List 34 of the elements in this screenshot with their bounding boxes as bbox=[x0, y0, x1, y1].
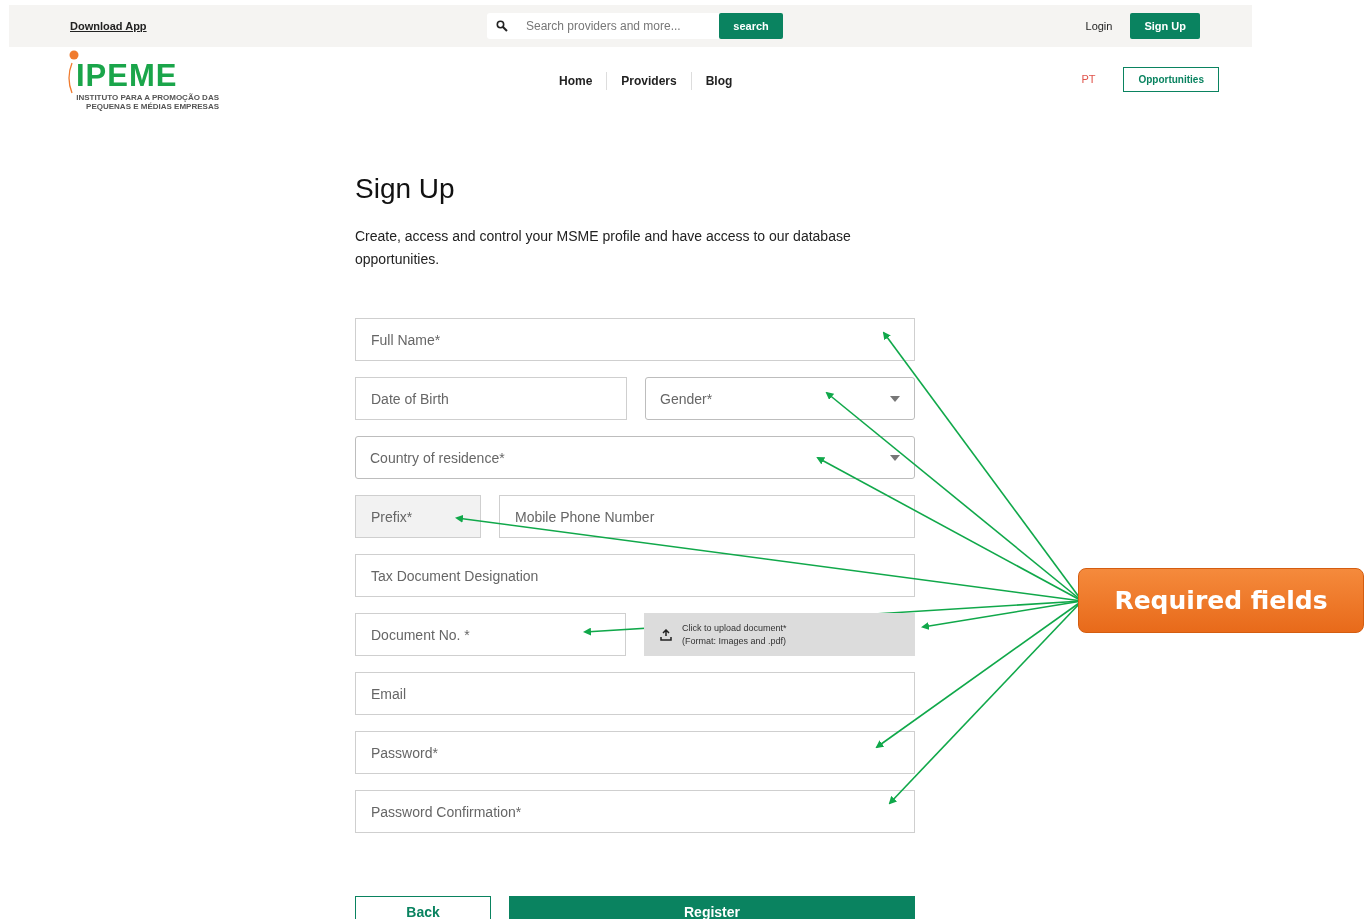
input-field[interactable]: Date of Birth bbox=[355, 377, 627, 420]
caret-icon bbox=[890, 454, 900, 461]
required-fields-callout: Required fields bbox=[1078, 568, 1364, 633]
input-field[interactable]: Full Name* bbox=[355, 318, 915, 361]
caret-icon bbox=[890, 395, 900, 402]
logo-subtitle: PEQUENAS E MÉDIAS EMPRESAS bbox=[85, 102, 219, 111]
dropdown-field[interactable]: Country of residence* bbox=[355, 436, 915, 479]
input-field[interactable]: Email bbox=[355, 672, 915, 715]
dropdown-field[interactable]: Gender* bbox=[645, 377, 915, 420]
input-field[interactable]: Document No. * bbox=[355, 613, 626, 656]
nav-link[interactable]: Blog bbox=[690, 72, 747, 90]
register-button[interactable]: Register bbox=[509, 896, 915, 919]
nav-link[interactable]: Providers bbox=[606, 72, 691, 90]
upload-hint: Click to upload document* (Format: Images and .pdf) bbox=[682, 621, 787, 648]
logo-subtitle: INSTITUTO PARA A PROMOÇÃO DAS bbox=[75, 93, 219, 102]
search-field[interactable]: Search providers and more... search bbox=[487, 13, 783, 39]
upload-field[interactable]: Click to upload document* (Format: Images and .pdf) bbox=[644, 613, 915, 656]
page-title: Sign Up bbox=[355, 173, 456, 205]
sign-up-button[interactable]: Sign Up bbox=[1130, 13, 1200, 39]
search-button[interactable]: search bbox=[719, 13, 783, 39]
upload-icon bbox=[660, 628, 672, 641]
login-link[interactable]: Login bbox=[1085, 20, 1113, 32]
page-description: Create, access and control your MSME profile and have access to our database opportunities. bbox=[355, 227, 852, 269]
nav-link[interactable]: Home bbox=[545, 72, 607, 90]
download-app-link[interactable]: Download App bbox=[70, 20, 270, 32]
search-icon bbox=[496, 20, 508, 32]
logo-wordmark: IPEME bbox=[69, 49, 209, 93]
input-field[interactable]: Tax Document Designation bbox=[355, 554, 915, 597]
input-field[interactable]: Password* bbox=[355, 731, 915, 774]
opportunities-button[interactable]: Opportunities bbox=[1123, 67, 1219, 92]
back-button[interactable]: Back bbox=[355, 896, 491, 919]
input-field[interactable]: Mobile Phone Number bbox=[499, 495, 915, 538]
input-field[interactable]: Password Confirmation* bbox=[355, 790, 915, 833]
language-link[interactable]: PT bbox=[1081, 73, 1096, 85]
